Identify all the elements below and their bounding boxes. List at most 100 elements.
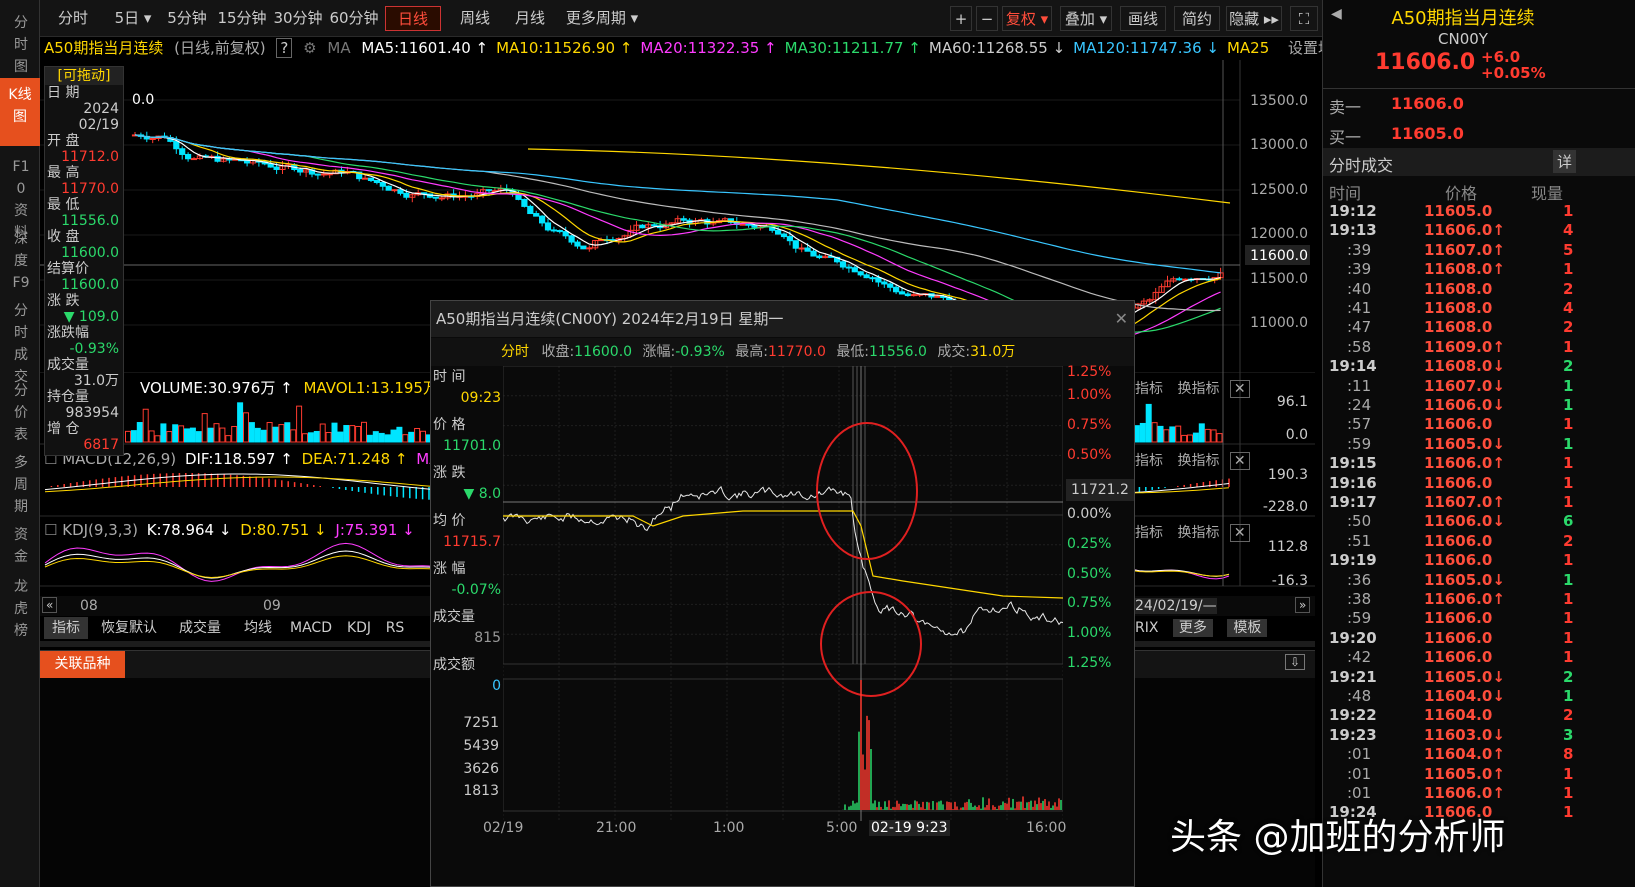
close-icon[interactable]: ✕ xyxy=(1229,380,1250,398)
macd-indicator-tab[interactable]: 指标 xyxy=(1135,453,1163,469)
nav-item-2[interactable]: F10资料 xyxy=(4,150,38,241)
y-tick: 12500.0 xyxy=(1250,182,1308,198)
trade-row: 19:23 11603.0↓ 3 xyxy=(1329,726,1635,745)
macd-tick-high: 190.3 xyxy=(1267,467,1308,483)
trade-price: 11606.0↑ xyxy=(1424,454,1505,473)
scroll-left-button[interactable]: « xyxy=(42,597,58,613)
nav-item-8[interactable]: 龙虎榜 xyxy=(4,570,38,639)
vol-subtabs: 指标 换指标 ✕ xyxy=(1135,378,1250,398)
nav-item-4[interactable]: 分时成交 xyxy=(4,294,38,385)
tool-1[interactable]: − xyxy=(976,6,998,31)
detail-button[interactable]: 详 xyxy=(1553,150,1577,173)
nav-item-3[interactable]: 深度F9 xyxy=(4,222,38,291)
bottom-tab-0[interactable]: 指标 xyxy=(44,617,88,639)
trade-volume: 1 xyxy=(1563,551,1574,570)
volume-bar xyxy=(1175,425,1182,443)
kdj-j: J:75.391 ↓ xyxy=(335,521,415,539)
trade-time: :36 xyxy=(1347,570,1372,589)
period-3[interactable]: 15分钟 xyxy=(216,6,268,31)
tool-0[interactable]: + xyxy=(950,6,972,31)
volume-bar xyxy=(408,431,415,443)
period-9[interactable]: 更多周期 ▾ xyxy=(558,6,646,31)
macd-switch-tab[interactable]: 换指标 xyxy=(1177,453,1219,469)
trade-row: :58 11609.0↑ 1 xyxy=(1329,338,1635,357)
bottom-tab-5[interactable]: KDJ xyxy=(340,617,378,639)
kdj-checkbox[interactable]: ☐ xyxy=(44,521,57,539)
nav-item-0[interactable]: 分时图 xyxy=(4,6,38,75)
bottom-tab-1[interactable]: 恢复默认 xyxy=(90,617,168,639)
data-value: 2024 xyxy=(83,101,119,117)
volume-bar xyxy=(278,424,285,443)
trade-volume: 1 xyxy=(1563,687,1574,705)
ma-item-4: MA60:11268.55 ↓ xyxy=(928,39,1066,57)
tool-5[interactable]: 简约 xyxy=(1174,6,1220,31)
volume-bar xyxy=(154,435,161,443)
vol-switch-tab[interactable]: 换指标 xyxy=(1177,381,1219,397)
trade-volume: 1 xyxy=(1563,202,1574,220)
vol-indicator-tab[interactable]: 指标 xyxy=(1135,381,1163,397)
intraday-chart[interactable] xyxy=(503,366,1063,821)
tool-7[interactable]: ⛶ xyxy=(1290,6,1318,31)
nav-item-1[interactable]: K线图 xyxy=(0,78,40,146)
close-icon[interactable]: ✕ xyxy=(1115,309,1128,328)
drag-handle[interactable]: [可拖动] xyxy=(45,67,123,85)
trade-volume: 2 xyxy=(1563,706,1574,725)
period-6[interactable]: 日线 xyxy=(385,6,441,31)
popup-title[interactable]: A50期指当月连续(CN00Y) 2024年2月19日 星期一 xyxy=(431,301,1134,337)
trade-row: :01 11604.0↑ 8 xyxy=(1329,745,1635,764)
gear-icon[interactable]: ⚙ xyxy=(303,39,316,57)
close-icon[interactable]: ✕ xyxy=(1229,524,1250,542)
nav-item-7[interactable]: 资金 xyxy=(4,518,38,566)
bottom-tab-4[interactable]: MACD xyxy=(285,617,337,639)
period-0[interactable]: 分时 xyxy=(48,6,98,31)
kdj-switch-tab[interactable]: 换指标 xyxy=(1177,525,1219,541)
download-icon[interactable]: ⇩ xyxy=(1284,654,1305,670)
volume-bar xyxy=(142,408,149,443)
more-tab[interactable]: 更多 xyxy=(1172,619,1213,637)
close-icon[interactable]: ✕ xyxy=(1229,452,1250,470)
trade-row: :42 11606.0 1 xyxy=(1329,648,1635,667)
period-7[interactable]: 周线 xyxy=(450,6,500,31)
help-button[interactable]: ? xyxy=(276,38,293,58)
period-8[interactable]: 月线 xyxy=(505,6,555,31)
trade-time: :11 xyxy=(1347,376,1372,395)
tool-3[interactable]: 叠加 ▾ xyxy=(1060,6,1112,31)
rix-tab[interactable]: RIX xyxy=(1135,620,1158,636)
cross-price-label: 11721.2 xyxy=(1066,479,1134,501)
trade-volume: 1 xyxy=(1563,570,1574,589)
popup-value: 815 xyxy=(474,630,501,646)
trade-row: :59 11605.0↓ 1 xyxy=(1329,435,1635,454)
trade-volume: 1 xyxy=(1563,473,1574,492)
y-tick: 12000.0 xyxy=(1250,226,1308,242)
template-tab[interactable]: 模板 xyxy=(1227,619,1268,637)
scroll-right-button[interactable]: » xyxy=(1295,597,1311,613)
kdj-indicator-tab[interactable]: 指标 xyxy=(1135,525,1163,541)
trade-row: 19:13 11606.0↑ 4 xyxy=(1329,221,1635,240)
popup-crosshair-labels: 时 间 09:23 价 格 11701.0 涨 跌 ▼ 8.0 均 价 11715.7 涨 幅 -… xyxy=(431,366,503,694)
trade-time: :40 xyxy=(1347,279,1372,298)
trade-row: :41 11608.0 4 xyxy=(1329,299,1635,318)
candle-body xyxy=(586,247,593,250)
tool-2[interactable]: 复权 ▾ xyxy=(1002,6,1052,31)
tool-6[interactable]: 隐藏 ▸▸ xyxy=(1226,6,1282,31)
vol-tick: 3626 xyxy=(463,761,499,777)
related-tab[interactable]: 关联品种 xyxy=(40,651,125,678)
highlight-circle xyxy=(816,422,918,560)
collapse-left-icon[interactable]: ◀ xyxy=(1331,6,1342,22)
trade-price: 11606.0 xyxy=(1424,551,1493,570)
bottom-tab-6[interactable]: RS xyxy=(380,617,410,639)
tool-4[interactable]: 画线 xyxy=(1120,6,1166,31)
candle-body xyxy=(869,277,876,280)
ma-item-6: MA25 xyxy=(1226,39,1270,57)
period-2[interactable]: 5分钟 xyxy=(162,6,212,31)
nav-item-6[interactable]: 多周期 xyxy=(4,446,38,515)
crosshair-data-panel[interactable]: [可拖动] 日 期 2024 02/19 开 盘 11712.0 最 高 11770.0 最 低… xyxy=(44,66,124,456)
period-1[interactable]: 5日 ▾ xyxy=(110,6,156,31)
nav-item-5[interactable]: 分价表 xyxy=(4,374,38,443)
intraday-popup[interactable]: A50期指当月连续(CN00Y) 2024年2月19日 星期一 ✕ 分时 收盘:… xyxy=(430,300,1135,887)
bottom-tab-3[interactable]: 均线 xyxy=(234,617,282,639)
bottom-tab-2[interactable]: 成交量 xyxy=(170,617,230,639)
period-4[interactable]: 30分钟 xyxy=(272,6,324,31)
period-5[interactable]: 60分钟 xyxy=(328,6,380,31)
trade-time: :48 xyxy=(1347,687,1372,705)
